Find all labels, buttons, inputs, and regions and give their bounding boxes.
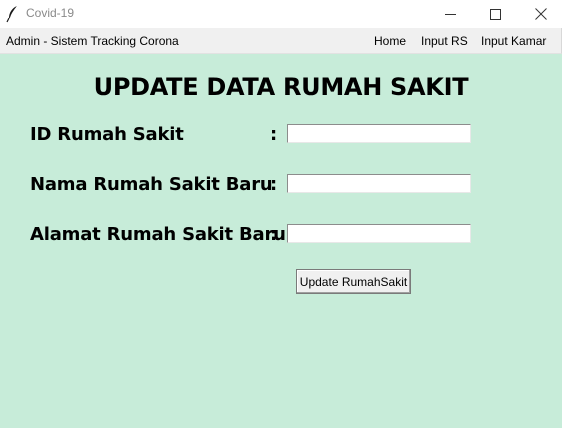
alamat-rumah-sakit-input[interactable] (287, 224, 471, 243)
id-rumah-sakit-colon: : (270, 124, 278, 145)
maximize-icon (489, 8, 501, 20)
menu-item-input-kamar[interactable]: Input Kamar (481, 34, 546, 48)
nama-rumah-sakit-label: Nama Rumah Sakit Baru (30, 174, 273, 195)
menu-item-input-rs[interactable]: Input RS (421, 34, 468, 48)
nama-rumah-sakit-colon: : (270, 174, 278, 195)
feather-icon (6, 5, 20, 23)
close-button[interactable] (518, 0, 562, 28)
alamat-rumah-sakit-colon: : (270, 224, 278, 245)
minimize-button[interactable] (427, 0, 473, 28)
page-title: UPDATE DATA RUMAH SAKIT (93, 73, 469, 101)
minimize-icon (444, 9, 456, 20)
nama-rumah-sakit-input[interactable] (287, 174, 471, 193)
close-icon (535, 8, 547, 20)
menu-item-home[interactable]: Home (374, 34, 406, 48)
menu-bar: Admin - Sistem Tracking Corona Home Inpu… (0, 28, 562, 54)
window-title: Covid-19 (26, 6, 75, 20)
app-title: Admin - Sistem Tracking Corona (6, 34, 179, 48)
alamat-rumah-sakit-label: Alamat Rumah Sakit Baru (30, 224, 286, 245)
update-rumah-sakit-button[interactable]: Update RumahSakit (296, 269, 411, 294)
id-rumah-sakit-label: ID Rumah Sakit (30, 124, 184, 145)
maximize-button[interactable] (472, 0, 518, 28)
id-rumah-sakit-input[interactable] (287, 124, 471, 143)
app-window: Covid-19 Admin - Sistem Tracking Corona … (0, 0, 562, 428)
title-bar[interactable]: Covid-19 (0, 0, 562, 28)
